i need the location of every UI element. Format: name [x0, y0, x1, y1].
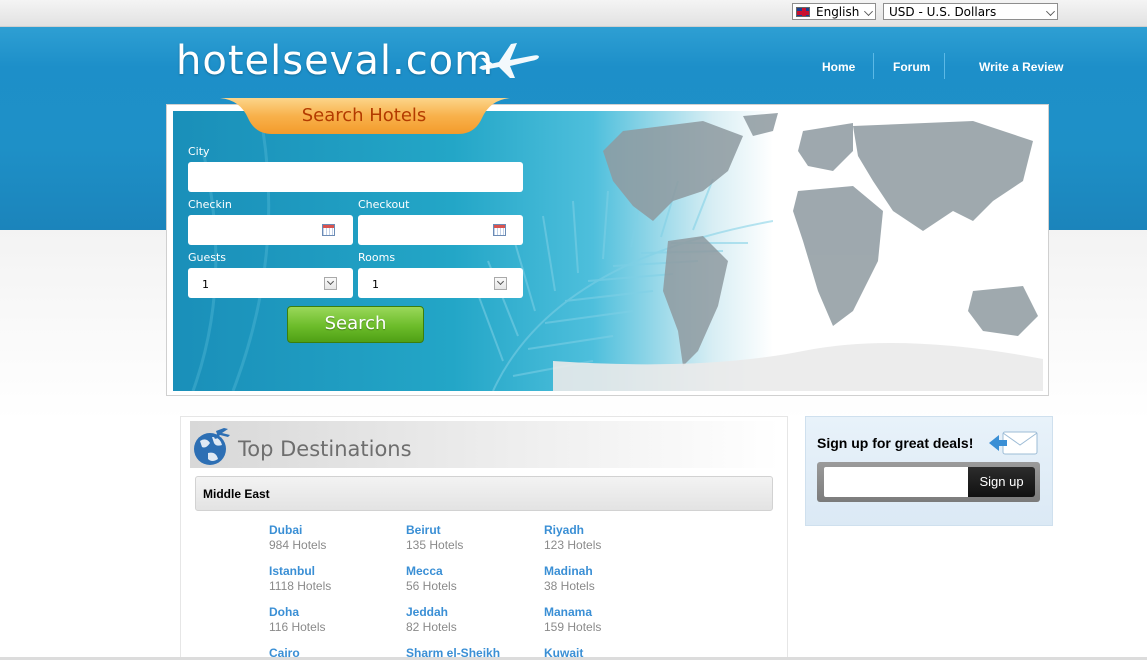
- region-label: Middle East: [203, 487, 270, 501]
- nav-divider: [944, 53, 945, 79]
- city-link-cairo[interactable]: Cairo: [269, 646, 300, 660]
- language-select[interactable]: English: [792, 3, 876, 20]
- checkin-label: Checkin: [188, 198, 232, 211]
- search-banner: [173, 111, 1043, 391]
- chevron-down-icon: [494, 277, 507, 290]
- top-destinations-title: Top Destinations: [238, 437, 412, 461]
- city-hotel-count: 82 Hotels: [406, 620, 457, 634]
- city-hotel-count: 1118 Hotels: [269, 579, 332, 593]
- city-link-madinah[interactable]: Madinah: [544, 564, 593, 578]
- search-tab-label: Search Hotels: [301, 105, 427, 126]
- city-hotel-count: 984 Hotels: [269, 538, 327, 552]
- rooms-label: Rooms: [358, 251, 396, 264]
- city-link-sharm-el-sheikh[interactable]: Sharm el-Sheikh: [406, 646, 500, 660]
- guests-label: Guests: [188, 251, 227, 264]
- city-link-kuwait[interactable]: Kuwait: [544, 646, 583, 660]
- calendar-icon[interactable]: [493, 224, 506, 236]
- calendar-icon[interactable]: [322, 224, 335, 236]
- checkout-label: Checkout: [358, 198, 410, 211]
- rooms-select[interactable]: 1: [358, 268, 523, 298]
- city-link-riyadh[interactable]: Riyadh: [544, 523, 584, 537]
- city-input[interactable]: [188, 162, 523, 192]
- city-hotel-count: 159 Hotels: [544, 620, 602, 634]
- language-value: English: [816, 5, 860, 19]
- city-link-dubai[interactable]: Dubai: [269, 523, 302, 537]
- search-button[interactable]: Search: [287, 306, 424, 343]
- city-hotel-count: 123 Hotels: [544, 538, 602, 552]
- nav-divider: [873, 53, 874, 79]
- currency-value: USD - U.S. Dollars: [889, 5, 997, 19]
- city-link-doha[interactable]: Doha: [269, 605, 299, 619]
- region-tab-middle-east[interactable]: [195, 476, 773, 511]
- city-hotel-count: 116 Hotels: [269, 620, 326, 634]
- globe-icon: [194, 428, 230, 465]
- city-hotel-count: 135 Hotels: [406, 538, 464, 552]
- nav-forum-link[interactable]: Forum: [893, 60, 930, 74]
- city-hotel-count: 38 Hotels: [544, 579, 595, 593]
- city-link-jeddah[interactable]: Jeddah: [406, 605, 448, 619]
- guests-select[interactable]: 1: [188, 268, 353, 298]
- envelope-icon: [989, 431, 1038, 455]
- chevron-down-icon: [1046, 7, 1055, 16]
- city-link-mecca[interactable]: Mecca: [406, 564, 443, 578]
- site-logo[interactable]: hotelseval.com: [176, 38, 494, 84]
- world-map-illustration: [553, 113, 1043, 391]
- nav-home-link[interactable]: Home: [822, 60, 855, 74]
- signup-title: Sign up for great deals!: [817, 435, 974, 451]
- chevron-down-icon: [864, 7, 873, 16]
- guests-value: 1: [202, 278, 209, 291]
- signup-email-input[interactable]: [824, 467, 968, 497]
- city-link-beirut[interactable]: Beirut: [406, 523, 441, 537]
- rooms-value: 1: [372, 278, 379, 291]
- city-link-istanbul[interactable]: Istanbul: [269, 564, 315, 578]
- nav-write-review-link[interactable]: Write a Review: [979, 60, 1063, 74]
- airplane-icon: [479, 43, 539, 78]
- city-hotel-count: 56 Hotels: [406, 579, 457, 593]
- search-panel: [166, 104, 1049, 396]
- uk-flag-icon: [796, 7, 810, 17]
- city-label: City: [188, 145, 210, 158]
- currency-select[interactable]: USD - U.S. Dollars: [883, 3, 1058, 20]
- chevron-down-icon: [324, 277, 337, 290]
- city-link-manama[interactable]: Manama: [544, 605, 592, 619]
- signup-button[interactable]: Sign up: [968, 467, 1035, 497]
